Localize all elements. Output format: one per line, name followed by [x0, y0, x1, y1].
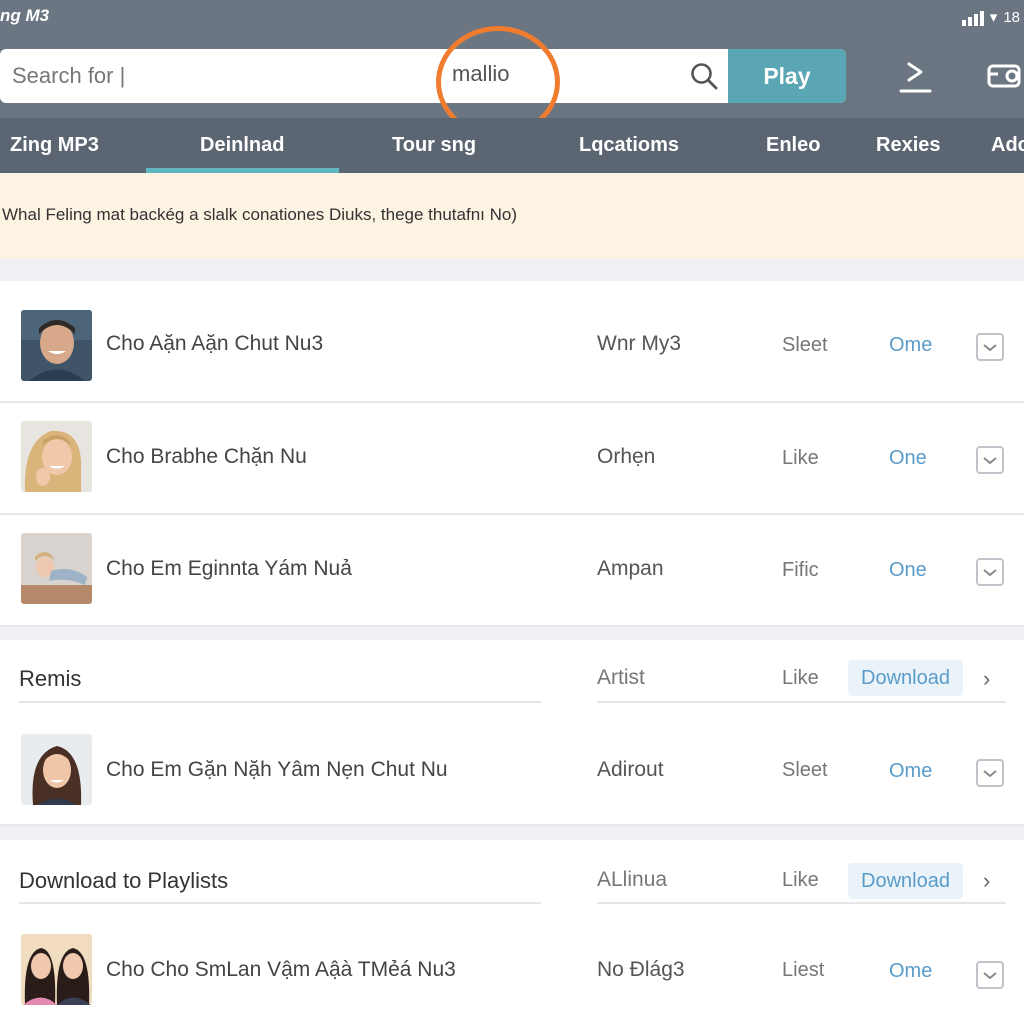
column-header-like: Like: [782, 869, 819, 891]
list-item[interactable]: Cho Aặn Aặn Chut Nu3 Wnr My3 Sleet Ome: [0, 290, 1024, 403]
avatar: [21, 533, 92, 604]
song-artist: Wnr My3: [597, 332, 681, 355]
search-icon[interactable]: [689, 61, 719, 91]
download-button[interactable]: Download: [848, 660, 963, 696]
song-title: Cho Cho SmLan Vậm Aậà TMẻá Nu3: [106, 958, 456, 981]
song-like: Sleet: [782, 334, 828, 356]
song-like: Like: [782, 447, 819, 469]
avatar: [21, 934, 92, 1005]
play-button[interactable]: Play: [728, 49, 846, 103]
expand-button[interactable]: [976, 333, 1004, 361]
song-action-link[interactable]: One: [889, 559, 927, 582]
search-bar: mallio Play: [0, 49, 846, 103]
column-header-like: Like: [782, 667, 819, 689]
tab-zing-mp3[interactable]: Zing MP3: [10, 118, 99, 173]
notice-banner: Whal Feling mat backég a slalk conatione…: [0, 173, 1024, 259]
column-header-artist: Artist: [597, 666, 645, 689]
nav-tabs: Zing MP3 Deinlnad Tour sng Lqcatioms Enl…: [0, 118, 1024, 173]
song-action-link[interactable]: Ome: [889, 334, 932, 357]
tab-download[interactable]: Deinlnad: [200, 118, 284, 173]
avatar: [21, 421, 92, 492]
list-item[interactable]: Cho Em Gặn Nặh Yâm Nẹn Chut Nu Adirout S…: [0, 718, 1024, 826]
banner-text: Whal Feling mat backég a slalk conatione…: [2, 205, 517, 224]
song-title: Cho Em Eginnta Yám Nuả: [106, 557, 352, 580]
battery-label: 18: [1003, 9, 1020, 26]
wifi-icon: ▾: [989, 9, 998, 26]
song-action-link[interactable]: Ome: [889, 960, 932, 983]
expand-button[interactable]: [976, 961, 1004, 989]
chevron-down-icon: [983, 457, 997, 465]
section-header-download-to-playlists: Download to Playlists ALlinua Like Downl…: [0, 840, 1024, 920]
chevron-down-icon: [983, 569, 997, 577]
tab-enleo[interactable]: Enleo: [766, 118, 820, 173]
song-action-link[interactable]: Ome: [889, 760, 932, 783]
divider: [597, 701, 1006, 703]
signal-icon: [961, 10, 984, 26]
avatar: [21, 734, 92, 805]
avatar: [21, 310, 92, 381]
tab-tour-song[interactable]: Tour sng: [392, 118, 476, 173]
section-title: Download to Playlists: [19, 868, 229, 893]
app-tag: ng M3: [0, 6, 50, 25]
song-title: Cho Aặn Aặn Chut Nu3: [106, 332, 324, 355]
song-like: Fific: [782, 559, 819, 581]
song-like: Liest: [782, 959, 825, 981]
section-header-remis: Remis Artist Like Download ›: [0, 640, 1024, 718]
divider: [597, 902, 1006, 904]
divider: [19, 701, 541, 703]
song-artist: Ampan: [597, 557, 664, 580]
search-input[interactable]: [12, 59, 312, 93]
song-title: Cho Brabhe Chặn Nu: [106, 445, 307, 468]
tab-more[interactable]: Adc: [991, 118, 1024, 173]
top-bar: ng M3 ▾ 18 mallio Play: [0, 0, 1024, 138]
chevron-down-icon: [983, 972, 997, 980]
tab-locations[interactable]: Lqcatioms: [579, 118, 679, 173]
divider: [19, 902, 541, 904]
list-item[interactable]: Cho Cho SmLan Vậm Aậà TMẻá Nu3 No Đlág3 …: [0, 920, 1024, 1024]
download-button[interactable]: Download: [848, 863, 963, 899]
tab-rexies[interactable]: Rexies: [876, 118, 941, 173]
chevron-right-icon[interactable]: ›: [983, 666, 990, 692]
cast-icon[interactable]: [986, 54, 1024, 98]
expand-button[interactable]: [976, 446, 1004, 474]
column-header-album: ALlinua: [597, 868, 668, 891]
section-title: Remis: [19, 666, 82, 691]
chevron-right-icon[interactable]: ›: [983, 868, 990, 894]
list-item[interactable]: Cho Em Eginnta Yám Nuả Ampan Fific One: [0, 515, 1024, 627]
expand-button[interactable]: [976, 558, 1004, 586]
song-artist: No Đlág3: [597, 958, 685, 981]
song-artist: Adirout: [597, 758, 664, 781]
status-icons: ▾ 18: [961, 8, 1020, 26]
song-like: Sleet: [782, 759, 828, 781]
chevron-down-icon: [983, 770, 997, 778]
list-item[interactable]: Cho Brabhe Chặn Nu Orhẹn Like One: [0, 403, 1024, 515]
chevron-down-icon: [983, 344, 997, 352]
song-action-link[interactable]: One: [889, 447, 927, 470]
share-icon[interactable]: [895, 54, 935, 98]
song-artist: Orhẹn: [597, 445, 656, 468]
expand-button[interactable]: [976, 759, 1004, 787]
song-title: Cho Em Gặn Nặh Yâm Nẹn Chut Nu: [106, 758, 448, 781]
